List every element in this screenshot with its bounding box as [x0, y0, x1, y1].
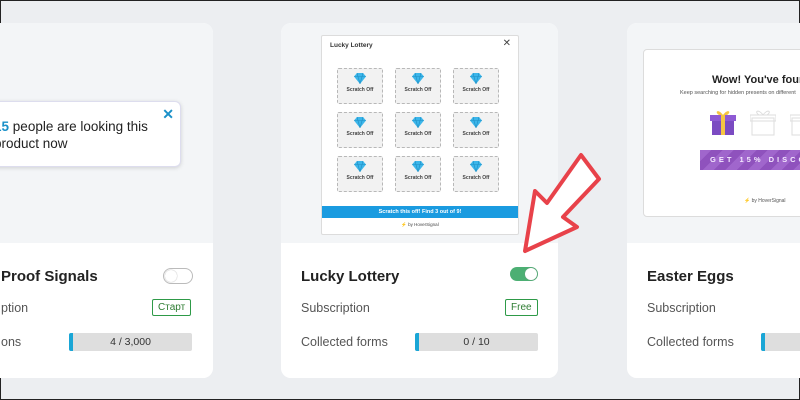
scratch-tile-label: Scratch Off	[462, 131, 490, 137]
plan-label: ption	[1, 301, 29, 315]
card-preview: 15 people are looking this product now ✕	[0, 23, 213, 243]
progress-fill	[761, 333, 765, 351]
viewer-count: 15	[0, 119, 10, 134]
card-preview: Wow! You've found o Keep searching for h…	[627, 23, 800, 243]
scratch-tile-label: Scratch Off	[346, 131, 374, 137]
popup-message: people are looking this product now	[0, 119, 148, 151]
forms-label: Collected forms	[301, 335, 388, 349]
plan-label: Subscription	[301, 301, 370, 315]
card-title: Proof Signals	[1, 268, 98, 285]
pointer-arrow-icon	[523, 153, 601, 253]
scratch-tile[interactable]: Scratch Off	[337, 156, 383, 192]
scratch-tile[interactable]: Scratch Off	[453, 112, 499, 148]
enable-toggle[interactable]	[510, 267, 538, 281]
diamond-icon	[412, 73, 424, 84]
scratch-tile-label: Scratch Off	[462, 87, 490, 93]
lottery-instruction-bar: Scratch this off! Find 3 out of 9!	[322, 206, 518, 218]
progress-text: 0 / 10	[463, 336, 490, 348]
toggle-knob	[165, 270, 177, 282]
card-title: Easter Eggs	[647, 268, 734, 285]
scratch-tile-label: Scratch Off	[404, 87, 432, 93]
diamond-icon	[354, 117, 366, 128]
scratch-tile-label: Scratch Off	[346, 87, 374, 93]
diamond-icon	[354, 161, 366, 172]
scratch-tile[interactable]: Scratch Off	[395, 68, 441, 104]
gift-icon	[710, 111, 736, 135]
close-icon[interactable]: ✕	[162, 106, 174, 123]
diamond-icon	[470, 161, 482, 172]
plan-badge: Старт	[152, 299, 192, 316]
scratch-tile-label: Scratch Off	[404, 131, 432, 137]
scratch-tile-label: Scratch Off	[404, 175, 432, 181]
scratch-tile[interactable]: Scratch Off	[337, 112, 383, 148]
diamond-icon	[470, 117, 482, 128]
discount-banner: GET 15% DISCO	[700, 150, 800, 170]
forms-label: Collected forms	[647, 335, 734, 349]
toggle-knob	[525, 268, 537, 280]
forms-label: ons	[1, 335, 22, 349]
gift-outline-icon	[750, 110, 776, 136]
diamond-icon	[412, 161, 424, 172]
easter-subline: Keep searching for hidden presents on di…	[680, 90, 796, 96]
scratch-tile[interactable]: Scratch Off	[395, 112, 441, 148]
plan-label: Subscription	[647, 301, 716, 315]
forms-progress-bar: 4 / 3,000	[69, 333, 192, 351]
easter-eggs-window: Wow! You've found o Keep searching for h…	[643, 49, 800, 217]
scratch-tile[interactable]: Scratch Off	[395, 156, 441, 192]
scratch-tile[interactable]: Scratch Off	[337, 68, 383, 104]
card-proof-signals: 15 people are looking this product now ✕…	[0, 23, 213, 378]
scratch-tile-label: Scratch Off	[346, 175, 374, 181]
powered-by: ⚡ by HoverSignal	[401, 222, 439, 227]
forms-progress-bar: 0 / 10	[415, 333, 538, 351]
scratch-tile[interactable]: Scratch Off	[453, 68, 499, 104]
plan-badge: Free	[505, 299, 538, 316]
diamond-icon	[354, 73, 366, 84]
gift-outline-icon	[790, 114, 800, 136]
card-easter-eggs: Wow! You've found o Keep searching for h…	[627, 23, 800, 378]
powered-by: ⚡ by HoverSignal	[744, 198, 786, 204]
card-title: Lucky Lottery	[301, 268, 400, 285]
scratch-tile[interactable]: Scratch Off	[453, 156, 499, 192]
progress-text: 4 / 3,000	[110, 336, 151, 348]
easter-headline: Wow! You've found o	[712, 74, 800, 86]
social-proof-popup: 15 people are looking this product now ✕	[0, 101, 181, 167]
lottery-window-title: Lucky Lottery	[330, 42, 373, 49]
lottery-window: Lucky Lottery ✕ Scratch Off Scratch Off Sc…	[321, 35, 519, 235]
forms-progress-bar	[761, 333, 800, 351]
close-icon[interactable]: ✕	[503, 38, 511, 49]
enable-toggle[interactable]	[163, 268, 193, 284]
diamond-icon	[412, 117, 424, 128]
scratch-tile-label: Scratch Off	[462, 175, 490, 181]
diamond-icon	[470, 73, 482, 84]
